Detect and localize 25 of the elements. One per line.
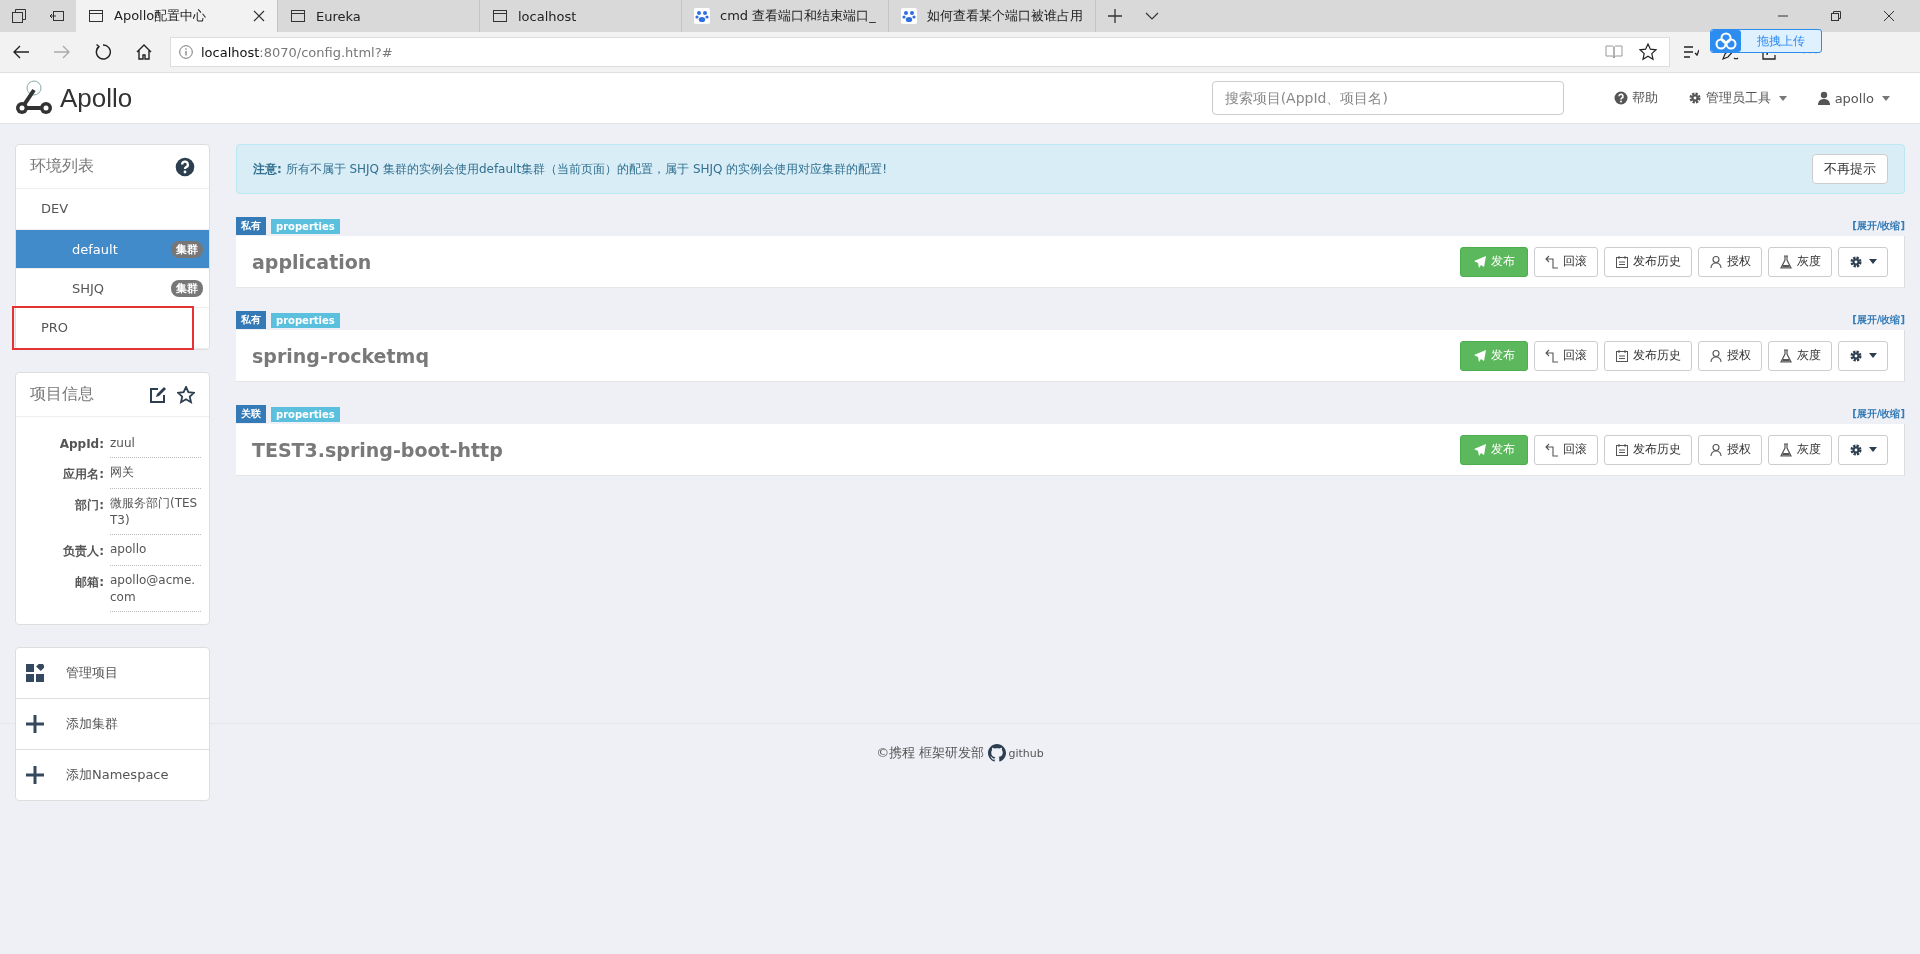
panel-title: 项目信息 [30,384,95,405]
namespace-title: TEST3.spring-boot-http [252,438,503,461]
field-value: 微服务部门(TEST3) [110,489,201,535]
field-label: 部门: [74,497,104,514]
format-label: properties [271,406,340,422]
field-label: AppId: [58,436,104,453]
format-label: properties [271,218,340,234]
field-value: apollo [110,535,201,566]
field-value: apollo@acme.com [110,566,201,612]
scope-label: 私有 [236,217,266,235]
scope-label: 关联 [236,405,266,423]
panel-title: 环境列表 [30,156,95,177]
field-value: 网关 [110,458,201,489]
cluster-badge: 集群 [171,279,203,297]
format-label: properties [271,312,340,328]
notice-text: 注意: 所有不属于 SHJQ 集群的实例会使用default集群（当前页面）的配置，属于 SHJQ 的实例会使用对应集群的配置! [253,160,888,178]
scope-label: 私有 [236,311,266,329]
cluster-badge: 集群 [171,240,203,258]
field-label: 应用名: [62,466,104,483]
namespace-title: spring-rocketmq [252,344,429,367]
field-value: zuul [110,429,201,458]
field-label: 邮箱: [74,574,104,591]
namespace-title: application [252,250,372,273]
footer-text: ©携程 框架研发部 [876,744,985,762]
field-label: 负责人: [62,543,104,560]
